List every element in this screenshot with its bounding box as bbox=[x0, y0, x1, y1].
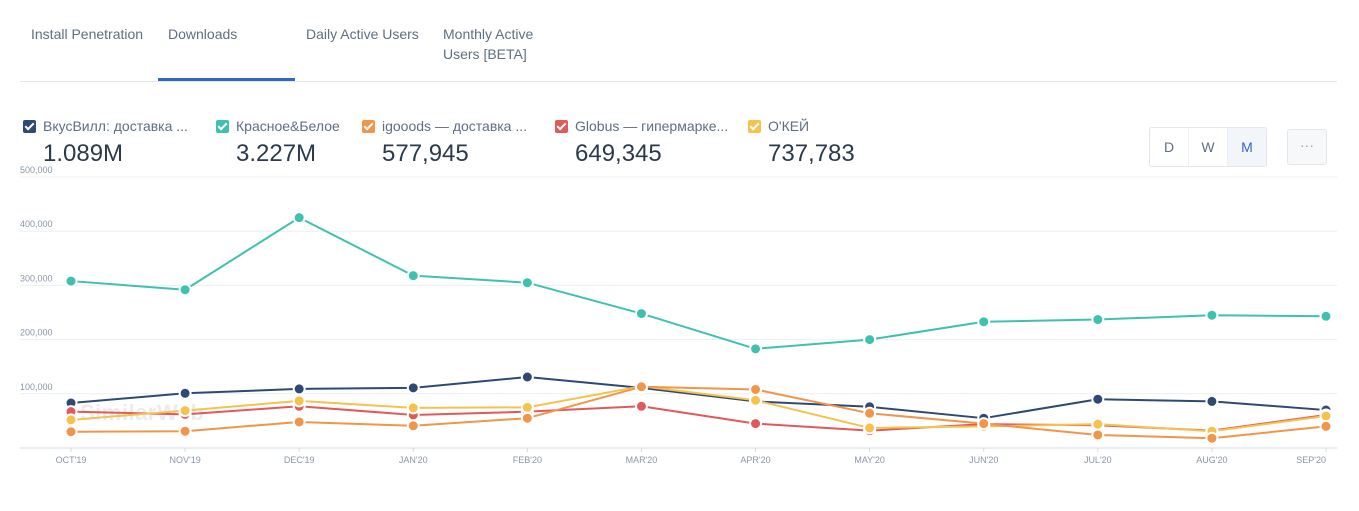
data-point[interactable] bbox=[520, 411, 534, 425]
data-point[interactable] bbox=[749, 393, 763, 407]
checkbox-checked-icon[interactable] bbox=[748, 119, 761, 133]
tab-install-penetration[interactable]: Install Penetration bbox=[31, 24, 143, 44]
data-point[interactable] bbox=[1091, 313, 1105, 327]
data-point[interactable] bbox=[520, 370, 534, 384]
data-point[interactable] bbox=[1205, 394, 1219, 408]
data-point[interactable] bbox=[1091, 392, 1105, 406]
x-tick-label: DEC'19 bbox=[284, 455, 315, 465]
downloads-line-chart: 500,000 400,000 300,000 200,000 100,000 OCT'… bbox=[20, 165, 1337, 465]
legend-value: 1.089M bbox=[43, 140, 124, 167]
data-point[interactable] bbox=[977, 315, 991, 329]
legend-item-globus[interactable]: Globus — гипермарке... 649,345 bbox=[555, 116, 728, 168]
tab-bar: Install Penetration Downloads Daily Acti… bbox=[20, 0, 1337, 82]
series-line bbox=[70, 216, 1327, 350]
legend-value: 649,345 bbox=[575, 140, 662, 167]
more-options-button[interactable]: ··· bbox=[1287, 129, 1327, 165]
legend-value: 577,945 bbox=[382, 140, 469, 167]
legend-item-igooods[interactable]: igooods — доставка ... 577,945 bbox=[362, 116, 527, 168]
data-point[interactable] bbox=[634, 399, 648, 413]
data-point[interactable] bbox=[406, 381, 420, 395]
granularity-toggle: D W M bbox=[1149, 127, 1267, 167]
data-point[interactable] bbox=[520, 400, 534, 414]
data-point[interactable] bbox=[977, 417, 991, 431]
checkbox-checked-icon[interactable] bbox=[362, 119, 375, 133]
data-point[interactable] bbox=[863, 421, 877, 435]
data-point[interactable] bbox=[1205, 308, 1219, 322]
legend-value: 3.227M bbox=[236, 140, 317, 167]
tab-monthly-active-users-line2: Users [BETA] bbox=[443, 46, 527, 62]
x-tick-label: JAN'20 bbox=[399, 455, 428, 465]
legend-label: igooods — доставка ... bbox=[382, 118, 528, 134]
x-tick-label: MAY'20 bbox=[854, 455, 885, 465]
legend-label: О'КЕЙ bbox=[768, 118, 810, 134]
tab-monthly-active-users[interactable]: Monthly Active Users [BETA] bbox=[443, 24, 533, 64]
x-tick-label: MAR'20 bbox=[626, 455, 658, 465]
y-tick-label: 100,000 bbox=[20, 382, 53, 392]
x-tick-label: JUL'20 bbox=[1084, 455, 1112, 465]
granularity-monthly-button[interactable]: M bbox=[1228, 128, 1266, 166]
x-tick-label: OCT'19 bbox=[56, 455, 87, 465]
y-axis-ticks: 500,000 400,000 300,000 200,000 100,000 bbox=[20, 165, 53, 392]
data-point[interactable] bbox=[292, 415, 306, 429]
data-point[interactable] bbox=[178, 404, 192, 418]
legend-label: Globus — гипермарке... bbox=[575, 118, 729, 134]
data-point[interactable] bbox=[634, 307, 648, 321]
data-point[interactable] bbox=[863, 333, 877, 347]
data-point[interactable] bbox=[406, 401, 420, 415]
granularity-weekly-button[interactable]: W bbox=[1189, 128, 1228, 166]
data-point[interactable] bbox=[863, 406, 877, 420]
data-point[interactable] bbox=[634, 380, 648, 394]
legend-value: 737,783 bbox=[768, 140, 855, 167]
x-axis-ticks: OCT'19 NOV'19 DEC'19 JAN'20 FEB'20 MAR'20 APR'… bbox=[56, 448, 1327, 465]
data-point[interactable] bbox=[64, 413, 78, 427]
x-tick-label: APR'20 bbox=[740, 455, 770, 465]
tab-daily-active-users[interactable]: Daily Active Users bbox=[306, 24, 419, 44]
data-point[interactable] bbox=[749, 382, 763, 396]
x-tick-label: NOV'19 bbox=[169, 455, 200, 465]
chart-series bbox=[64, 211, 1333, 445]
x-tick-label: AUG'20 bbox=[1196, 455, 1227, 465]
legend-label: Красное&Белое bbox=[236, 118, 340, 134]
data-point[interactable] bbox=[406, 419, 420, 433]
checkbox-checked-icon[interactable] bbox=[555, 119, 568, 133]
data-point[interactable] bbox=[64, 425, 78, 439]
tab-monthly-active-users-line1: Monthly Active bbox=[443, 26, 534, 42]
data-point[interactable] bbox=[1319, 419, 1333, 433]
data-point[interactable] bbox=[1091, 428, 1105, 442]
y-tick-label: 500,000 bbox=[20, 165, 53, 175]
data-point[interactable] bbox=[292, 394, 306, 408]
data-point[interactable] bbox=[292, 382, 306, 396]
y-tick-label: 400,000 bbox=[20, 219, 53, 229]
tab-downloads[interactable]: Downloads bbox=[168, 24, 237, 44]
y-tick-label: 300,000 bbox=[20, 273, 53, 283]
y-tick-label: 200,000 bbox=[20, 328, 53, 338]
checkbox-checked-icon[interactable] bbox=[216, 119, 229, 133]
legend-item-vkusvill[interactable]: ВкусВилл: доставка ... 1.089M bbox=[23, 116, 188, 168]
legend-item-krasnoe-beloe[interactable]: Красное&Белое 3.227M bbox=[216, 116, 340, 168]
data-point[interactable] bbox=[749, 417, 763, 431]
data-point[interactable] bbox=[178, 386, 192, 400]
granularity-daily-button[interactable]: D bbox=[1150, 128, 1189, 166]
data-point[interactable] bbox=[178, 283, 192, 297]
active-tab-indicator bbox=[158, 78, 295, 81]
x-tick-label: JUN'20 bbox=[969, 455, 998, 465]
series-line bbox=[70, 375, 1327, 420]
x-tick-label: SEP'20 bbox=[1296, 455, 1326, 465]
x-tick-label: FEB'20 bbox=[513, 455, 542, 465]
legend-item-okey[interactable]: О'КЕЙ 737,783 bbox=[748, 116, 855, 168]
data-point[interactable] bbox=[64, 274, 78, 288]
data-point[interactable] bbox=[406, 269, 420, 283]
data-point[interactable] bbox=[178, 424, 192, 438]
data-point[interactable] bbox=[1319, 309, 1333, 323]
data-point[interactable] bbox=[292, 211, 306, 225]
data-point[interactable] bbox=[749, 342, 763, 356]
checkbox-checked-icon[interactable] bbox=[23, 119, 36, 133]
data-point[interactable] bbox=[520, 276, 534, 290]
data-point[interactable] bbox=[1205, 431, 1219, 445]
legend-label: ВкусВилл: доставка ... bbox=[43, 118, 188, 134]
data-point[interactable] bbox=[1091, 417, 1105, 431]
